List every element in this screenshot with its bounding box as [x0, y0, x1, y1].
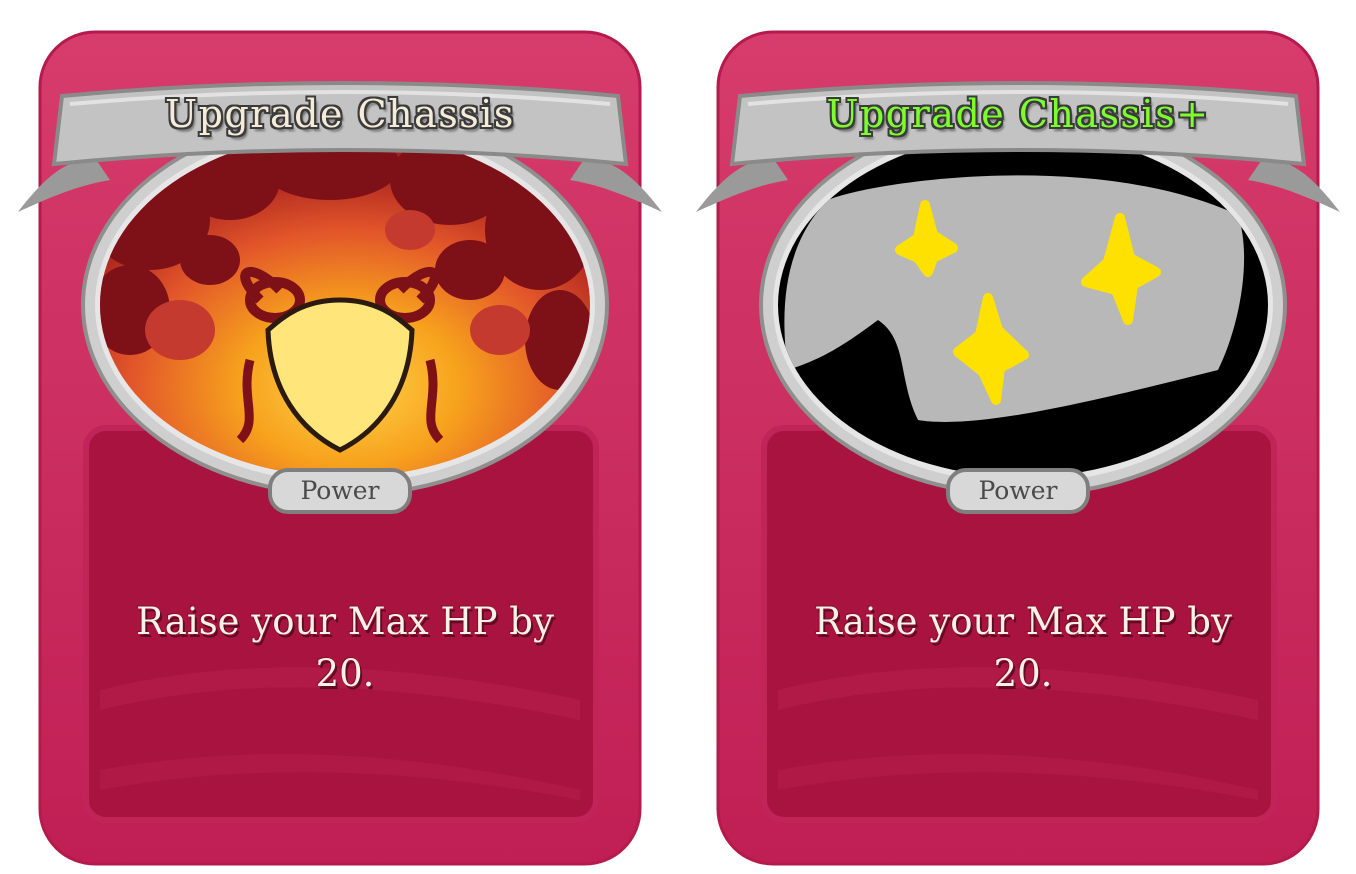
card-description: Raise your Max HP by 20.: [814, 600, 1232, 695]
card-type-label: Power: [300, 476, 380, 505]
card-base[interactable]: Upgrade Chassis Power Raise your Max HP …: [0, 0, 680, 874]
card-upgraded[interactable]: Upgrade Chassis+ Power Raise your Max HP…: [678, 0, 1356, 874]
card-type-label: Power: [978, 476, 1058, 505]
card-title: Upgrade Chassis: [165, 92, 515, 136]
card-title: Upgrade Chassis+: [826, 92, 1210, 136]
card-description: Raise your Max HP by 20.: [136, 600, 554, 695]
card-comparison-screen: Upgrade Chassis Power Raise your Max HP …: [0, 0, 1356, 874]
